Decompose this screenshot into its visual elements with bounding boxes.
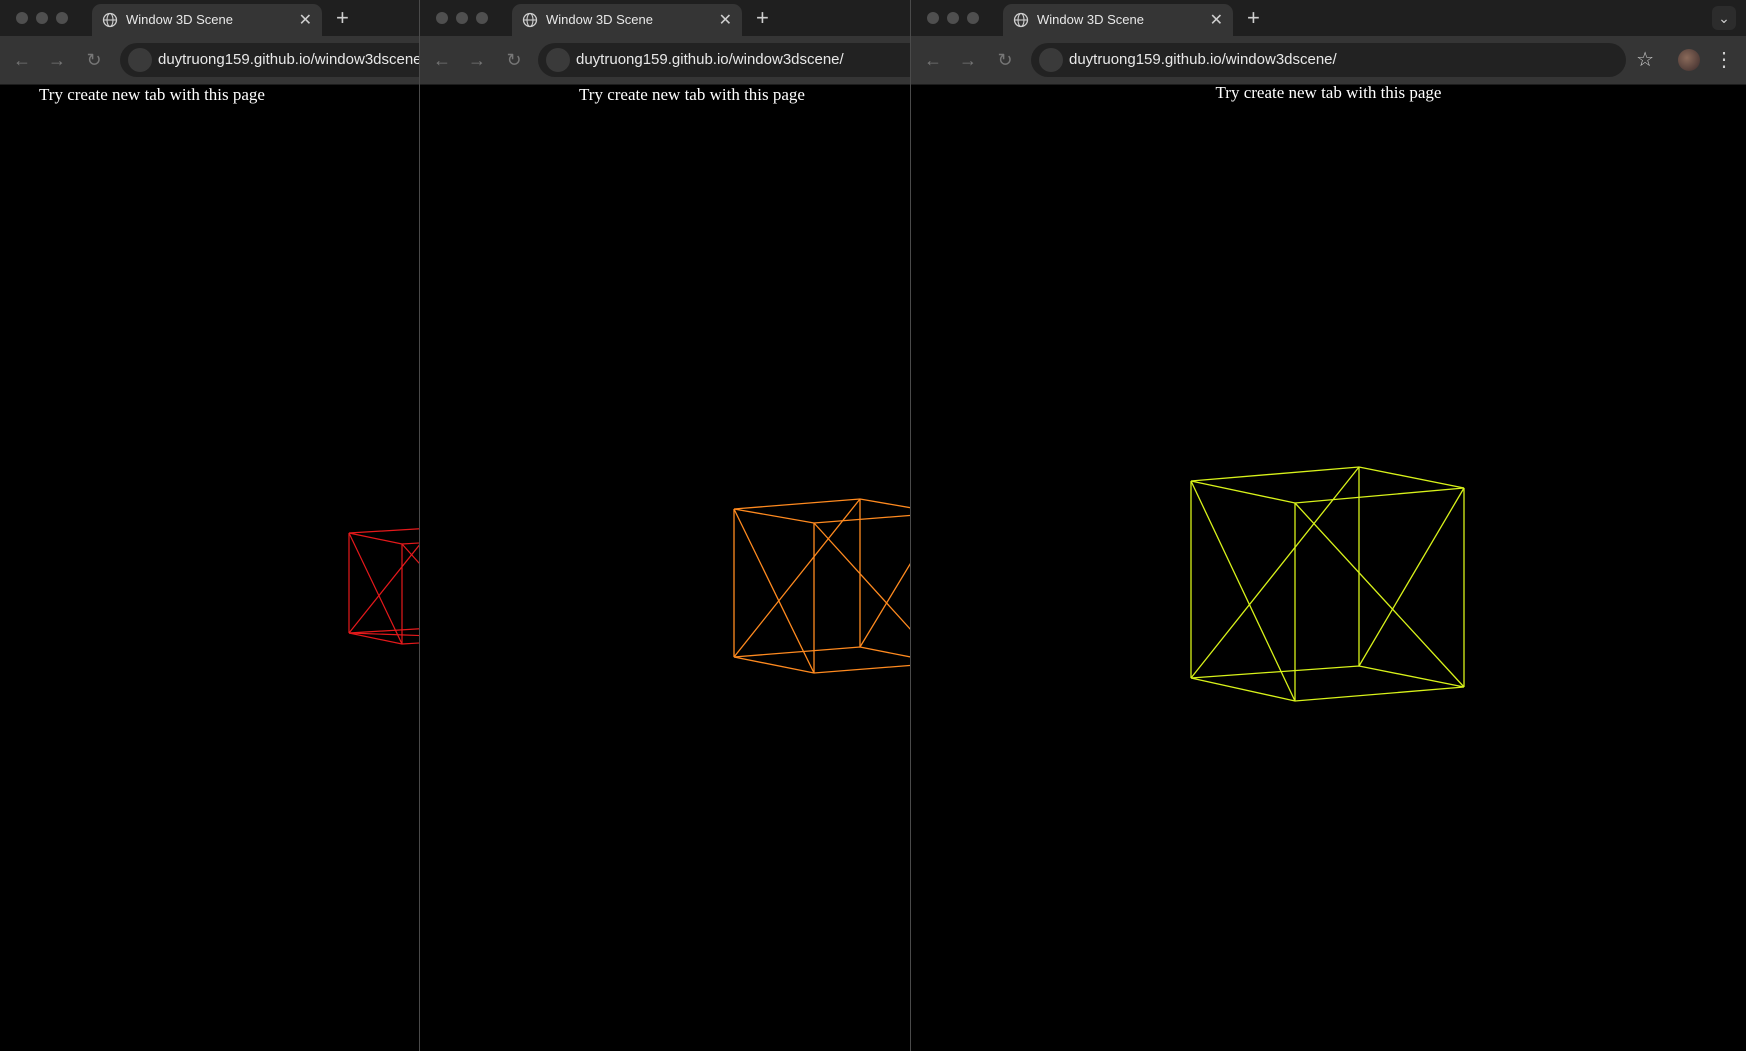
forward-arrow-icon[interactable]: → xyxy=(45,48,69,72)
back-arrow-icon[interactable]: ← xyxy=(430,48,454,72)
forward-arrow-icon[interactable]: → xyxy=(465,48,489,72)
zoom-window-icon[interactable] xyxy=(476,12,488,24)
tab-strip: Window 3D Scene ✕ + xyxy=(420,0,911,36)
back-arrow-icon[interactable]: ← xyxy=(921,48,945,72)
cube-top-face xyxy=(733,498,911,524)
url-text: duytruong159.github.io/window3dscene/ xyxy=(1069,51,1337,68)
reload-icon[interactable]: ↻ xyxy=(82,48,106,72)
cube-edges xyxy=(1190,466,1465,702)
browser-toolbar: ← → ↻ duytruong159.github.io/window3dsce… xyxy=(0,36,420,85)
browser-window-3: Window 3D Scene ✕ + ⌄ ← → ↻ duytruong159… xyxy=(910,0,1746,1051)
wireframe-cube-orange xyxy=(733,498,911,674)
close-window-icon[interactable] xyxy=(436,12,448,24)
tab-title: Window 3D Scene xyxy=(126,12,233,27)
new-tab-button[interactable]: + xyxy=(1247,4,1260,32)
browser-menu-icon[interactable]: ⋮ xyxy=(1714,48,1734,72)
tab-search-dropdown-icon[interactable]: ⌄ xyxy=(1712,6,1736,30)
window-controls xyxy=(436,12,488,24)
forward-arrow-icon[interactable]: → xyxy=(956,48,980,72)
cube-diagonal xyxy=(348,532,403,645)
page-content: Try create new tab with this page xyxy=(911,85,1746,1051)
wireframe-cube-red xyxy=(348,528,420,645)
reload-icon[interactable]: ↻ xyxy=(993,48,1017,72)
tab-title: Window 3D Scene xyxy=(1037,12,1144,27)
site-settings-icon[interactable] xyxy=(1039,48,1063,72)
site-settings-icon[interactable] xyxy=(128,48,152,72)
globe-icon xyxy=(1013,12,1029,28)
url-text: duytruong159.github.io/window3dscene/ xyxy=(158,51,420,68)
browser-tab[interactable]: Window 3D Scene ✕ xyxy=(92,4,322,36)
cube-diagonal xyxy=(1190,480,1296,702)
page-content: Try create new tab with this page xyxy=(0,85,420,1051)
close-window-icon[interactable] xyxy=(16,12,28,24)
minimize-window-icon[interactable] xyxy=(36,12,48,24)
cube-edges xyxy=(348,528,420,645)
address-bar[interactable]: duytruong159.github.io/window3dscene/ xyxy=(120,43,420,77)
close-tab-icon[interactable]: ✕ xyxy=(299,10,312,30)
zoom-window-icon[interactable] xyxy=(967,12,979,24)
new-tab-button[interactable]: + xyxy=(336,4,349,32)
cube-diagonal xyxy=(1358,487,1465,667)
browser-toolbar: ← → ↻ duytruong159.github.io/window3dsce… xyxy=(420,36,911,85)
close-window-icon[interactable] xyxy=(927,12,939,24)
cube-bottom-face xyxy=(348,628,420,645)
address-bar[interactable]: duytruong159.github.io/window3dscene/ xyxy=(1031,43,1626,77)
close-tab-icon[interactable]: ✕ xyxy=(719,10,732,30)
cube-bottom-face xyxy=(733,646,911,674)
globe-icon xyxy=(102,12,118,28)
globe-icon xyxy=(522,12,538,28)
new-tab-button[interactable]: + xyxy=(756,4,769,32)
site-settings-icon[interactable] xyxy=(546,48,570,72)
browser-window-1: Window 3D Scene ✕ + ← → ↻ duytruong159.g… xyxy=(0,0,420,1051)
tab-strip: Window 3D Scene ✕ + ⌄ xyxy=(911,0,1746,36)
browser-toolbar: ← → ↻ duytruong159.github.io/window3dsce… xyxy=(911,36,1746,85)
cube-diagonal xyxy=(859,561,911,648)
cube-bottom-face xyxy=(1190,665,1465,702)
browser-tab[interactable]: Window 3D Scene ✕ xyxy=(512,4,742,36)
tab-strip: Window 3D Scene ✕ + xyxy=(0,0,420,36)
browser-window-2: Window 3D Scene ✕ + ← → ↻ duytruong159.g… xyxy=(419,0,911,1051)
cube-diagonal xyxy=(733,508,815,674)
cube-diagonal xyxy=(733,498,861,658)
cube-top-face xyxy=(1190,466,1465,504)
window-controls xyxy=(927,12,979,24)
browser-tab[interactable]: Window 3D Scene ✕ xyxy=(1003,4,1233,36)
close-tab-icon[interactable]: ✕ xyxy=(1210,10,1223,30)
tab-title: Window 3D Scene xyxy=(546,12,653,27)
profile-avatar-icon[interactable] xyxy=(1678,49,1700,71)
url-text: duytruong159.github.io/window3dscene/ xyxy=(576,51,844,68)
minimize-window-icon[interactable] xyxy=(947,12,959,24)
page-content: Try create new tab with this page xyxy=(420,85,911,1051)
wireframe-cube-yellow xyxy=(1190,466,1465,702)
zoom-window-icon[interactable] xyxy=(56,12,68,24)
minimize-window-icon[interactable] xyxy=(456,12,468,24)
reload-icon[interactable]: ↻ xyxy=(502,48,526,72)
window-controls xyxy=(16,12,68,24)
cube-edges xyxy=(733,498,911,674)
bookmark-star-icon[interactable]: ☆ xyxy=(1636,48,1654,72)
back-arrow-icon[interactable]: ← xyxy=(10,48,34,72)
cube-top-face xyxy=(348,528,420,545)
address-bar[interactable]: duytruong159.github.io/window3dscene/ xyxy=(538,43,911,77)
cube-diagonal xyxy=(401,543,420,566)
